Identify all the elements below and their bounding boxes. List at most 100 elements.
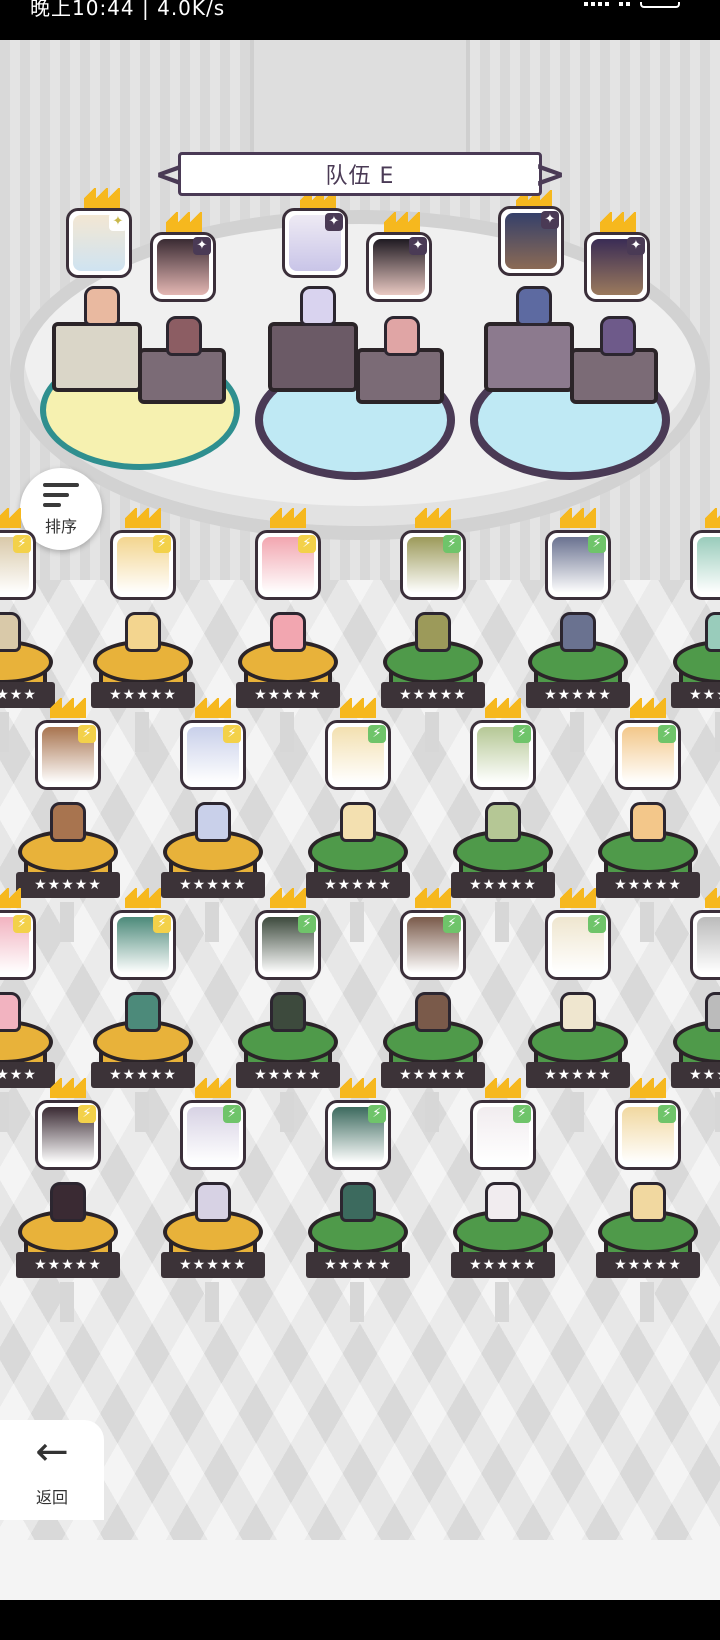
- slot-pedestal: [268, 322, 358, 392]
- hero-portrait[interactable]: ⚡: [545, 910, 611, 980]
- slot-pedestal: [484, 322, 574, 392]
- crown-icon: [630, 698, 666, 718]
- team-hero-sprite: [600, 316, 636, 356]
- hero-portrait[interactable]: ⚡: [0, 910, 36, 980]
- crown-icon: [630, 1078, 666, 1098]
- hero-portrait[interactable]: ⚡: [470, 720, 536, 790]
- team-hero-portrait[interactable]: ✦: [66, 208, 132, 278]
- crown-icon: [166, 212, 202, 232]
- team-hero-sprite: [516, 286, 552, 326]
- bottom-area: [0, 1540, 720, 1600]
- crown-icon: [270, 508, 306, 528]
- element-icon: ⚡: [78, 1105, 96, 1123]
- hero-portrait[interactable]: ⚡: [180, 1100, 246, 1170]
- element-icon: ⚡: [298, 915, 316, 933]
- team-hero-sprite: [84, 286, 120, 326]
- element-icon: ⚡: [588, 535, 606, 553]
- hero-portrait[interactable]: ⚡: [690, 530, 720, 600]
- hero-portrait[interactable]: ⚡: [255, 530, 321, 600]
- hero-portrait[interactable]: ⚡: [400, 530, 466, 600]
- back-button[interactable]: ← 返回: [0, 1420, 104, 1520]
- status-bar: 晚上10:44 | 4.0K/s: [0, 0, 720, 40]
- crown-icon: [705, 888, 720, 908]
- hero-sprite: [0, 992, 21, 1032]
- element-icon: ⚡: [223, 1105, 241, 1123]
- hero-portrait[interactable]: ⚡: [255, 910, 321, 980]
- element-icon: ⚡: [513, 1105, 531, 1123]
- hero-sprite: [705, 992, 720, 1032]
- hero-portrait[interactable]: ⚡: [325, 720, 391, 790]
- hero-portrait[interactable]: ⚡: [615, 720, 681, 790]
- hero-sprite: [630, 802, 666, 842]
- team-hero-portrait[interactable]: ✦: [584, 232, 650, 302]
- star-rating: ★★★★★: [161, 1252, 265, 1278]
- element-icon: ⚡: [443, 915, 461, 933]
- crown-icon: [705, 508, 720, 528]
- hero-portrait[interactable]: ⚡: [180, 720, 246, 790]
- element-icon: ⚡: [513, 725, 531, 743]
- crown-icon: [0, 888, 21, 908]
- hero-portrait[interactable]: ⚡: [690, 910, 720, 980]
- hero-sprite: [415, 612, 451, 652]
- hero-sprite: [50, 802, 86, 842]
- crown-icon: [485, 1078, 521, 1098]
- dark-element-icon: ✦: [541, 211, 559, 229]
- star-rating: ★★★★★: [526, 1062, 630, 1088]
- team-hero-portrait[interactable]: ✦: [150, 232, 216, 302]
- team-hero-portrait[interactable]: ✦: [366, 232, 432, 302]
- crown-icon: [195, 698, 231, 718]
- hero-sprite: [125, 612, 161, 652]
- crown-icon: [50, 1078, 86, 1098]
- hero-portrait[interactable]: ⚡: [35, 720, 101, 790]
- element-icon: ⚡: [443, 535, 461, 553]
- element-icon: ⚡: [13, 915, 31, 933]
- element-icon: ⚡: [13, 535, 31, 553]
- hero-sprite: [560, 612, 596, 652]
- crown-icon: [415, 888, 451, 908]
- hero-sprite: [0, 612, 21, 652]
- hero-portrait[interactable]: ⚡: [400, 910, 466, 980]
- dark-element-icon: ✦: [193, 237, 211, 255]
- signal-icon: [584, 2, 609, 6]
- team-hero-portrait[interactable]: ✦: [498, 206, 564, 276]
- hero-portrait[interactable]: ⚡: [615, 1100, 681, 1170]
- hero-portrait[interactable]: ⚡: [470, 1100, 536, 1170]
- hero-portrait[interactable]: ⚡: [325, 1100, 391, 1170]
- crown-icon: [485, 698, 521, 718]
- hero-portrait[interactable]: ⚡: [110, 910, 176, 980]
- slot-pedestal: [52, 322, 142, 392]
- team-name: 队伍 E: [178, 152, 542, 196]
- star-rating: ★★★★★: [306, 872, 410, 898]
- game-screen: ✦ ✦ ✦ ✦ ✦ ✦ < 队伍 E > 排序 ⚡★★★★★⚡★: [0, 40, 720, 1540]
- team-hero-sprite: [166, 316, 202, 356]
- hero-sprite: [485, 1182, 521, 1222]
- next-team-button[interactable]: >: [534, 152, 566, 196]
- wifi-icon: [619, 2, 630, 6]
- star-rating: ★★★★★: [161, 872, 265, 898]
- star-rating: ★★★★★: [451, 1252, 555, 1278]
- hero-sprite: [485, 802, 521, 842]
- system-nav-bar: [0, 1600, 720, 1640]
- crown-icon: [125, 888, 161, 908]
- hero-portrait[interactable]: ⚡: [545, 530, 611, 600]
- team-hero-sprite: [384, 316, 420, 356]
- hero-portrait[interactable]: ⚡: [0, 530, 36, 600]
- hero-sprite: [340, 1182, 376, 1222]
- hero-portrait[interactable]: ⚡: [35, 1100, 101, 1170]
- hero-sprite: [195, 802, 231, 842]
- hero-portrait[interactable]: ⚡: [110, 530, 176, 600]
- crown-icon: [84, 188, 120, 208]
- hero-sprite: [560, 992, 596, 1032]
- star-rating: ★★★★★: [381, 682, 485, 708]
- star-rating: ★★★★★: [451, 872, 555, 898]
- hero-sprite: [270, 612, 306, 652]
- star-rating: ★★★★★: [596, 1252, 700, 1278]
- team-hero-sprite: [300, 286, 336, 326]
- crown-icon: [125, 508, 161, 528]
- element-icon: ⚡: [368, 1105, 386, 1123]
- team-hero-portrait[interactable]: ✦: [282, 208, 348, 278]
- crown-icon: [0, 508, 21, 528]
- element-icon: ⚡: [658, 725, 676, 743]
- crown-icon: [560, 508, 596, 528]
- star-rating: ★★★★★: [381, 1062, 485, 1088]
